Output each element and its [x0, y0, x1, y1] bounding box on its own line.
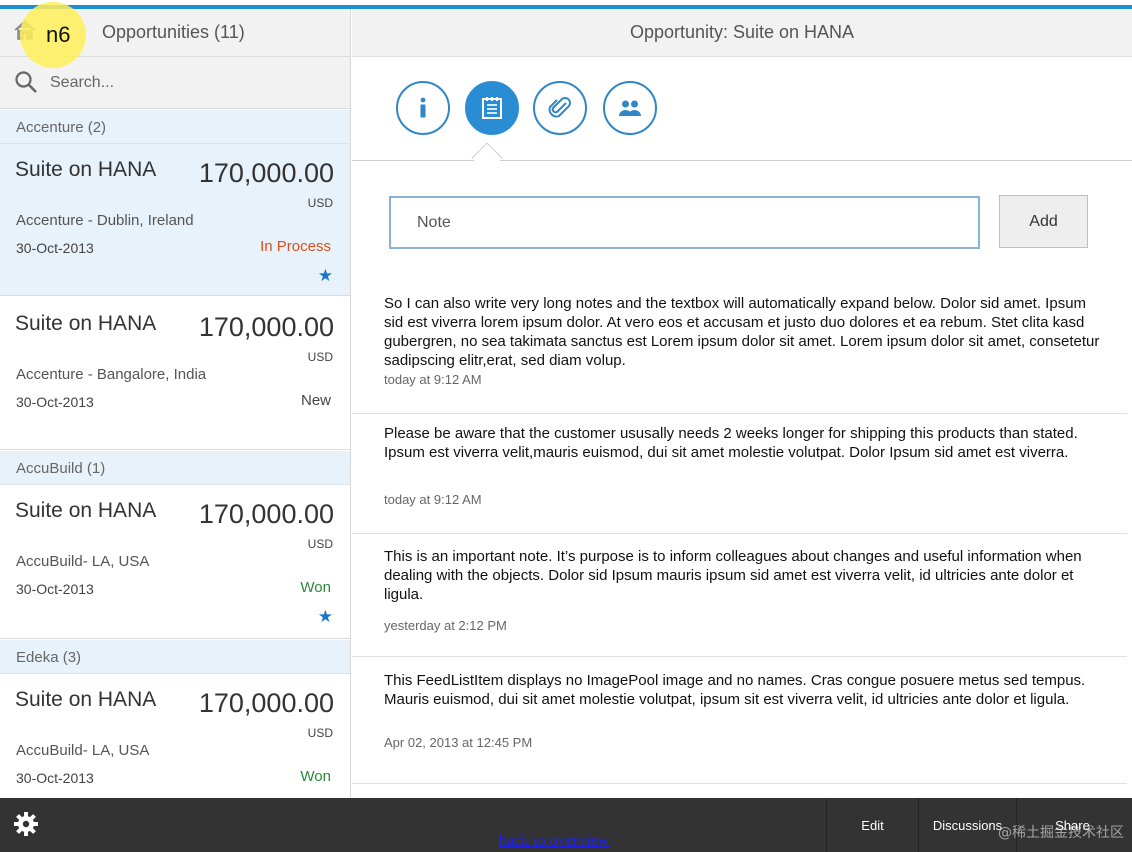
edit-button[interactable]: Edit	[826, 798, 918, 852]
feed-item-timestamp: yesterday at 2:12 PM	[384, 618, 507, 633]
feed-list-item: This is an important note. It’s purpose …	[352, 534, 1127, 657]
favorite-star-icon: ★	[317, 266, 333, 286]
item-status: Won	[300, 768, 331, 785]
item-title: Suite on HANA	[15, 688, 157, 711]
item-status: In Process	[260, 238, 331, 255]
add-note-button[interactable]: Add	[999, 195, 1088, 248]
feed-item-text: This FeedListItem displays no ImagePool …	[384, 672, 1086, 708]
tab-pointer	[471, 142, 503, 174]
item-date: 30-Oct-2013	[16, 581, 94, 597]
feed-item-timestamp: today at 9:12 AM	[384, 372, 482, 387]
list-item[interactable]: Suite on HANA 170,000.00 USD AccuBuild- LA,…	[0, 485, 350, 639]
item-status: New	[300, 392, 331, 409]
watermark: @稀土掘金技术社区	[998, 825, 1124, 841]
item-date: 30-Oct-2013	[16, 770, 94, 786]
feed-list-item: This FeedListItem displays no ImagePool …	[352, 657, 1127, 784]
item-amount: 170,000.00	[198, 158, 334, 188]
item-location: AccuBuild- LA, USA	[16, 742, 150, 759]
tab-info[interactable]	[396, 81, 450, 135]
master-title: Opportunities (11)	[102, 22, 245, 42]
item-location: Accenture - Bangalore, India	[16, 366, 207, 383]
item-title: Suite on HANA	[15, 158, 157, 181]
tab-attachments[interactable]	[533, 81, 587, 135]
list-item[interactable]: Suite on HANA 170,000.00 USD AccuBuild- LA,…	[0, 674, 350, 798]
item-location: AccuBuild- LA, USA	[16, 553, 150, 570]
feed-item-text: This is an important note. It’s purpose …	[384, 548, 1082, 603]
item-date: 30-Oct-2013	[16, 394, 94, 410]
item-amount: 170,000.00	[198, 312, 334, 342]
detail-title: Opportunity: Suite on HANA	[629, 22, 855, 42]
group-header: AccuBuild (1)	[0, 451, 350, 485]
item-location: Accenture - Dublin, Ireland	[16, 212, 194, 229]
tab-contacts[interactable]	[603, 81, 657, 135]
item-currency: USD	[307, 537, 333, 551]
search-icon[interactable]	[14, 70, 38, 94]
item-date: 30-Oct-2013	[16, 240, 94, 256]
feed-list-item: So I can also write very long notes and …	[352, 280, 1127, 414]
settings-gear-icon[interactable]	[12, 810, 40, 838]
info-icon	[420, 97, 426, 118]
item-currency: USD	[307, 350, 333, 364]
favorite-star-icon: ★	[317, 607, 333, 627]
overlay-badge-label: n6	[46, 22, 71, 47]
list-item[interactable]: Suite on HANA 170,000.00 USD Accenture - Du…	[0, 144, 350, 296]
search-input[interactable]	[50, 71, 330, 95]
tab-notes[interactable]	[465, 81, 519, 135]
feed-list-item: Please be aware that the customer ususal…	[352, 414, 1127, 534]
list-item[interactable]: Suite on HANA 170,000.00 USD Accenture - Ba…	[0, 298, 350, 450]
back-to-overview-link[interactable]: back to overview	[499, 832, 609, 850]
master-pane: Opportunities (11) Accenture (2)Suite on…	[0, 9, 351, 798]
detail-header: Opportunity: Suite on HANA	[352, 9, 1132, 57]
item-currency: USD	[307, 726, 333, 740]
feed-item-text: So I can also write very long notes and …	[384, 295, 1100, 369]
item-title: Suite on HANA	[15, 499, 157, 522]
note-input[interactable]	[389, 196, 980, 249]
group-header: Edeka (3)	[0, 640, 350, 674]
item-amount: 170,000.00	[198, 688, 334, 718]
icon-tab-bar	[352, 57, 1132, 174]
group-header: Accenture (2)	[0, 110, 350, 144]
feed-item-timestamp: Apr 02, 2013 at 12:45 PM	[384, 735, 533, 750]
item-status: Won	[300, 579, 331, 596]
item-amount: 170,000.00	[198, 499, 334, 529]
item-title: Suite on HANA	[15, 312, 157, 335]
contacts-icon	[619, 100, 641, 116]
attachment-icon	[548, 97, 571, 118]
feed-item-timestamp: today at 9:12 AM	[384, 492, 482, 507]
notes-icon	[482, 97, 502, 119]
item-currency: USD	[307, 196, 333, 210]
feed-item-text: Please be aware that the customer ususal…	[384, 425, 1078, 461]
